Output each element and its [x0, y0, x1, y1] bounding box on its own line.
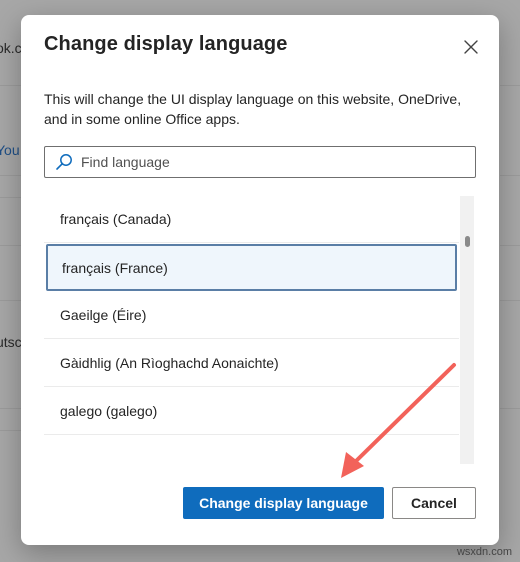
list-item[interactable]: Gaeilge (Éire) [44, 292, 459, 339]
language-list: français (Canada) français (France) Gaei… [44, 196, 476, 464]
dialog-title: Change display language [44, 33, 288, 55]
background-divider [500, 300, 520, 301]
background-text: utsc [0, 334, 22, 350]
watermark: wsxdn.com [456, 546, 512, 558]
list-item-selected[interactable]: français (France) [46, 244, 457, 291]
search-input[interactable] [81, 147, 461, 177]
background-divider [500, 408, 520, 409]
list-item[interactable]: galego (galego) [44, 388, 459, 435]
language-label: Gàidhlig (An Rìoghachd Aonaichte) [60, 355, 279, 371]
list-item[interactable] [44, 436, 459, 464]
background-divider [500, 175, 520, 176]
search-icon [56, 154, 72, 170]
language-label: galego (galego) [60, 403, 158, 419]
background-link: You [0, 142, 20, 158]
change-display-language-button[interactable]: Change display language [183, 487, 384, 519]
list-item[interactable]: Gàidhlig (An Rìoghachd Aonaichte) [44, 340, 459, 387]
language-label: français (Canada) [60, 211, 172, 227]
change-language-dialog: Change display language This will change… [21, 15, 499, 545]
background-text: ok.c [0, 40, 22, 56]
language-label: français (France) [62, 259, 168, 276]
dialog-description: This will change the UI display language… [44, 91, 462, 127]
cancel-button[interactable]: Cancel [392, 487, 476, 519]
close-button[interactable] [463, 39, 479, 55]
scrollbar-thumb[interactable] [465, 236, 470, 247]
close-icon [464, 40, 478, 54]
background-divider [500, 245, 520, 246]
list-item[interactable]: français (Canada) [44, 196, 459, 243]
search-box[interactable] [44, 146, 476, 178]
language-label: Gaeilge (Éire) [60, 307, 147, 323]
background-divider [500, 85, 520, 86]
